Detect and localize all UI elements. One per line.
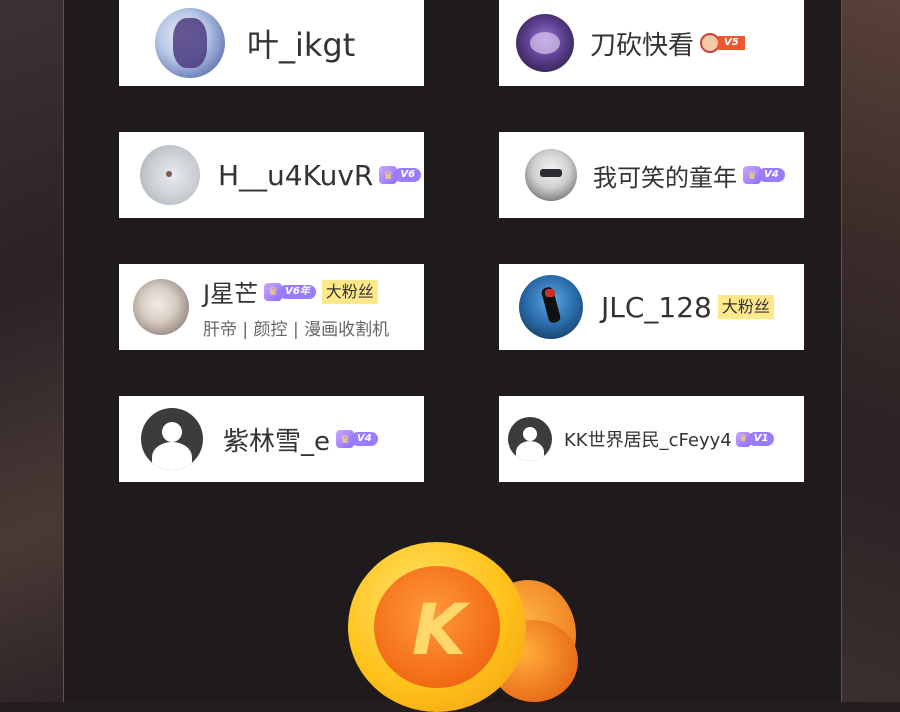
fan-card[interactable]: 我可笑的童年 ♛ V4 [499, 132, 804, 218]
vip-badge: ♛ V6年 [264, 282, 316, 302]
background-right [842, 0, 900, 702]
vip-badge: ♛ V1 [735, 429, 775, 449]
avatar [155, 8, 225, 78]
fan-name: J星芒 [203, 280, 259, 308]
fan-name: 我可笑的童年 [593, 163, 737, 192]
avatar [508, 417, 552, 461]
fan-name: KK世界居民_cFeyy4 [564, 430, 732, 451]
coin-stack-icon: K [340, 540, 580, 712]
big-fan-tag: 大粉丝 [717, 295, 774, 319]
fan-subtitle: 肝帝 | 颜控 | 漫画收割机 [203, 320, 390, 340]
avatar [525, 149, 577, 201]
fan-card[interactable]: H__u4KuvR ♛ V6 [119, 132, 424, 218]
vip-badge: ♛ V4 [743, 165, 785, 185]
fan-name: 刀砍快看 [590, 30, 695, 61]
coin-letter: K [411, 589, 467, 671]
level-badge: V5 [700, 33, 745, 53]
fan-card[interactable]: J星芒 ♛ V6年 大粉丝 肝帝 | 颜控 | 漫画收割机 [119, 264, 424, 350]
avatar [141, 408, 203, 470]
fan-name: H__u4KuvR [218, 158, 374, 192]
avatar [140, 145, 200, 205]
vip-badge: ♛ V4 [336, 429, 378, 449]
avatar [519, 275, 583, 339]
fan-name: JLC_128 [601, 290, 712, 324]
character-icon [700, 33, 721, 53]
fan-card[interactable]: 紫林雪_e ♛ V4 [119, 396, 424, 482]
fan-name: 叶_ikgt [247, 26, 356, 64]
fan-card[interactable]: 刀砍快看 V5 [499, 0, 804, 86]
fan-name: 紫林雪_e [223, 426, 330, 457]
big-fan-tag: 大粉丝 [321, 279, 378, 304]
fan-card[interactable]: KK世界居民_cFeyy4 ♛ V1 [499, 396, 804, 482]
fan-card[interactable]: JLC_128 大粉丝 [499, 264, 804, 350]
avatar [133, 279, 189, 335]
fan-card[interactable]: 叶_ikgt [119, 0, 424, 86]
vip-badge: ♛ V6 [379, 165, 422, 185]
background-left [0, 0, 64, 702]
avatar [516, 14, 574, 72]
